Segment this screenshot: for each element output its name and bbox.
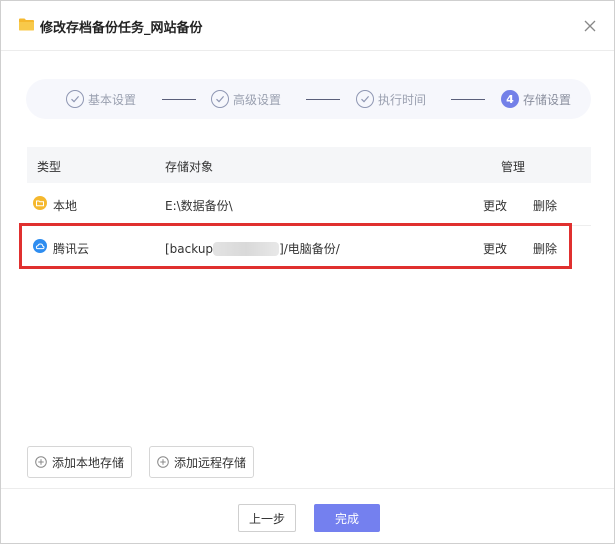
edit-button[interactable]: 更改 (483, 197, 507, 214)
step-label: 高级设置 (233, 92, 282, 107)
folder-icon (33, 196, 47, 210)
step-label: 存储设置 (523, 92, 572, 107)
storage-type: 本地 (53, 199, 78, 213)
delete-button[interactable]: 删除 (533, 240, 557, 257)
delete-button[interactable]: 删除 (533, 197, 557, 214)
folder-icon (19, 18, 34, 31)
table-header: 类型 存储对象 管理 (27, 147, 591, 183)
step-connector (306, 99, 340, 100)
add-local-storage-button[interactable]: 添加本地存储 (27, 446, 133, 478)
plus-circle-icon (35, 456, 47, 468)
column-header-target: 存储对象 (165, 160, 214, 174)
storage-target: [backup ]/电脑备份/ (165, 240, 340, 257)
table-row: 腾讯云 [backup ]/电脑备份/ 更改 删除 (27, 226, 591, 268)
finish-button[interactable]: 完成 (314, 504, 380, 532)
add-remote-storage-button[interactable]: 添加远程存储 (149, 446, 255, 478)
step-advanced-settings[interactable]: 高级设置 (211, 89, 281, 109)
column-header-type: 类型 (37, 160, 62, 174)
edit-button[interactable]: 更改 (483, 240, 507, 257)
step-connector (162, 99, 196, 100)
step-label: 基本设置 (88, 92, 137, 107)
step-execution-time[interactable]: 执行时间 (356, 89, 426, 109)
edit-backup-task-dialog: 修改存档备份任务_网站备份 基本设置 高级设置 执行时间 4 存储设置 类型 存… (0, 0, 615, 544)
column-header-manage: 管理 (501, 160, 526, 174)
plus-circle-icon (157, 456, 169, 468)
check-icon (211, 90, 229, 108)
step-label: 执行时间 (378, 92, 427, 107)
storage-type: 腾讯云 (53, 242, 90, 256)
step-progress-bar: 基本设置 高级设置 执行时间 4 存储设置 (26, 79, 591, 119)
step-connector (451, 99, 485, 100)
close-icon[interactable] (581, 17, 599, 35)
check-icon (356, 90, 374, 108)
footer-divider (1, 488, 614, 489)
table-row: 本地 E:\数据备份\ 更改 删除 (27, 183, 591, 225)
button-label: 添加远程存储 (174, 455, 247, 470)
storage-target: E:\数据备份\ (165, 199, 233, 213)
redacted-bucket-name (213, 242, 280, 256)
step-number-badge: 4 (501, 90, 519, 108)
target-prefix: [backup (165, 242, 214, 256)
target-suffix: ]/电脑备份/ (279, 242, 340, 256)
button-label: 添加本地存储 (52, 455, 125, 470)
check-icon (66, 90, 84, 108)
dialog-title: 修改存档备份任务_网站备份 (40, 21, 203, 36)
dialog-titlebar: 修改存档备份任务_网站备份 (1, 1, 614, 51)
previous-step-button[interactable]: 上一步 (238, 504, 296, 532)
step-basic-settings[interactable]: 基本设置 (66, 89, 136, 109)
step-storage-settings[interactable]: 4 存储设置 (501, 89, 571, 109)
cloud-icon (33, 239, 47, 253)
